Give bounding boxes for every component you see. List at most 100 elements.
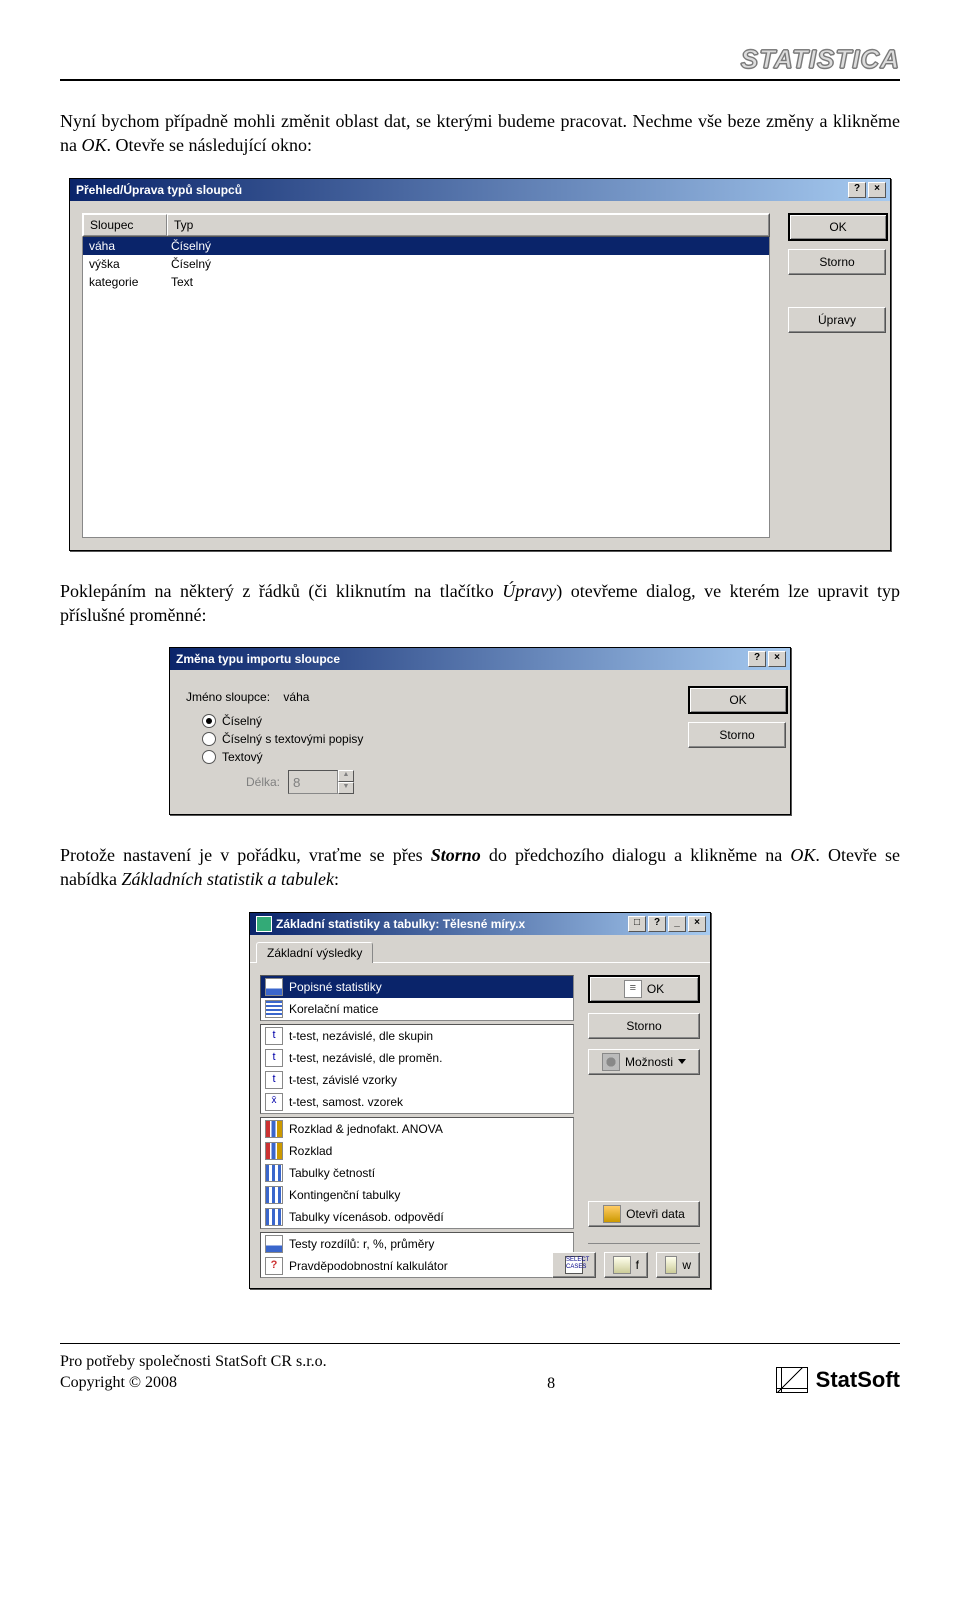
spinner-down-icon: ▼ (338, 782, 354, 794)
select-cases-icon (565, 1256, 583, 1274)
list-item[interactable]: t-test, závislé vzorky (261, 1069, 573, 1091)
list-item-label: Testy rozdílů: r, %, průměry (289, 1237, 434, 1251)
chart-icon (265, 1235, 283, 1253)
titlebar[interactable]: Základní statistiky a tabulky: Tělesné m… (250, 913, 710, 935)
list-item[interactable]: Popisné statistiky (261, 976, 573, 998)
radio-label: Textový (222, 750, 263, 764)
table-row[interactable]: výška Číselný (83, 255, 769, 273)
list-item[interactable]: t-test, samost. vzorek (261, 1091, 573, 1113)
ok-button[interactable]: OK (688, 686, 788, 714)
list-item-label: Pravděpodobnostní kalkulátor (289, 1259, 448, 1273)
logo-plot-icon (776, 1367, 808, 1393)
list-item-label: Rozklad & jednofakt. ANOVA (289, 1122, 443, 1136)
storno-button[interactable]: Storno (788, 249, 886, 275)
list-item-label: Korelační matice (289, 1002, 378, 1016)
w-button[interactable]: w (656, 1252, 700, 1278)
page-number: 8 (327, 1375, 776, 1393)
storno-button[interactable]: Storno (688, 722, 786, 748)
text-ok: OK (82, 135, 107, 155)
list-item-label: Popisné statistiky (289, 980, 382, 994)
analysis-listbox[interactable]: t-test, nezávislé, dle skupin t-test, ne… (260, 1024, 574, 1114)
upravy-button[interactable]: Úpravy (788, 307, 886, 333)
options-button[interactable]: Možnosti (588, 1049, 700, 1075)
radio-dot-icon (202, 732, 216, 746)
script-icon (665, 1256, 677, 1274)
list-item-label: Kontingenční tabulky (289, 1188, 400, 1202)
radio-dot-icon (202, 750, 216, 764)
footer-rule (60, 1343, 900, 1344)
footer-line2: Copyright © 2008 (60, 1373, 327, 1394)
app-icon (256, 916, 272, 932)
list-item-label: t-test, nezávislé, dle skupin (289, 1029, 433, 1043)
select-cases-button[interactable] (552, 1252, 596, 1278)
open-data-button[interactable]: Otevři data (588, 1201, 700, 1227)
ttest-icon (265, 1049, 283, 1067)
list-item-label: Tabulky vícenásob. odpovědí (289, 1210, 444, 1224)
text-ok: OK (790, 845, 815, 865)
cell-name: výška (83, 255, 165, 273)
list-item[interactable]: Pravděpodobnostní kalkulátor (261, 1255, 573, 1277)
list-item-label: t-test, závislé vzorky (289, 1073, 397, 1087)
table-row[interactable]: kategorie Text (83, 273, 769, 291)
analysis-listbox[interactable]: Testy rozdílů: r, %, průměry Pravděpodob… (260, 1232, 574, 1278)
list-item[interactable]: t-test, nezávislé, dle proměn. (261, 1047, 573, 1069)
table-icon (265, 1208, 283, 1226)
table-row[interactable]: váha Číselný (83, 237, 769, 255)
grid-icon (265, 1000, 283, 1018)
question-icon (265, 1257, 283, 1275)
radio-text[interactable]: Textový (202, 750, 664, 764)
radio-dot-icon (202, 714, 216, 728)
radio-numeric[interactable]: Číselný (202, 714, 664, 728)
dialog-title: Změna typu importu sloupce (176, 652, 340, 666)
list-item[interactable]: Tabulky četností (261, 1162, 573, 1184)
help-button[interactable]: ? (748, 651, 766, 667)
list-item[interactable]: Rozklad & jednofakt. ANOVA (261, 1118, 573, 1140)
cell-type: Text (165, 273, 769, 291)
close-button[interactable]: × (688, 916, 706, 932)
gear-icon (602, 1053, 620, 1071)
cell-type: Číselný (165, 255, 769, 273)
dialog-basic-statistics: Základní statistiky a tabulky: Tělesné m… (249, 912, 711, 1289)
text: : (334, 869, 339, 889)
close-button[interactable]: × (868, 182, 886, 198)
help-button[interactable]: ? (648, 916, 666, 932)
ttest-icon (265, 1027, 283, 1045)
ok-button[interactable]: OK (788, 213, 888, 241)
bars-icon (265, 1120, 283, 1138)
analysis-listbox[interactable]: Rozklad & jednofakt. ANOVA Rozklad Tabul… (260, 1117, 574, 1229)
list-item[interactable]: Rozklad (261, 1140, 573, 1162)
help-button[interactable]: ? (848, 182, 866, 198)
column-header-typ[interactable]: Typ (167, 214, 769, 236)
list-item-label: t-test, nezávislé, dle proměn. (289, 1051, 442, 1065)
list-item[interactable]: Tabulky vícenásob. odpovědí (261, 1206, 573, 1228)
list-item[interactable]: Korelační matice (261, 998, 573, 1020)
button-label: w (682, 1258, 691, 1272)
list-item-label: Tabulky četností (289, 1166, 375, 1180)
list-item[interactable]: Kontingenční tabulky (261, 1184, 573, 1206)
tab-basic-results[interactable]: Základní výsledky (256, 942, 373, 963)
dialog-change-import-type: Změna typu importu sloupce ? × Jméno slo… (169, 647, 791, 815)
list-item-label: Rozklad (289, 1144, 332, 1158)
radio-numeric-text[interactable]: Číselný s textovými popisy (202, 732, 664, 746)
list-item[interactable]: Testy rozdílů: r, %, průměry (261, 1233, 573, 1255)
titlebar[interactable]: Přehled/Úprava typů sloupců ? × (70, 179, 890, 201)
text: do předchozího dialogu a klikněme na (481, 845, 791, 865)
minimize-button[interactable]: _ (668, 916, 686, 932)
list-item[interactable]: t-test, nezávislé, dle skupin (261, 1025, 573, 1047)
length-input (288, 770, 338, 794)
ok-button[interactable]: OK (588, 975, 700, 1003)
length-spinner: ▲ ▼ (288, 770, 354, 794)
restore-button[interactable]: □ (628, 916, 646, 932)
paragraph-2: Poklepáním na některý z řádků (či kliknu… (60, 579, 900, 628)
column-header-sloupec[interactable]: Sloupec (83, 214, 167, 236)
value-column-name: váha (283, 690, 309, 704)
analysis-listbox[interactable]: Popisné statistiky Korelační matice (260, 975, 574, 1021)
storno-button[interactable]: Storno (588, 1013, 700, 1039)
titlebar[interactable]: Změna typu importu sloupce ? × (170, 648, 790, 670)
statsoft-logo: StatSoft (776, 1367, 900, 1393)
f-button[interactable]: f (604, 1252, 648, 1278)
chart-icon (265, 978, 283, 996)
close-button[interactable]: × (768, 651, 786, 667)
column-listbox[interactable]: váha Číselný výška Číselný kategorie Tex… (82, 237, 770, 538)
text-em: Základních statistik a tabulek (121, 869, 333, 889)
